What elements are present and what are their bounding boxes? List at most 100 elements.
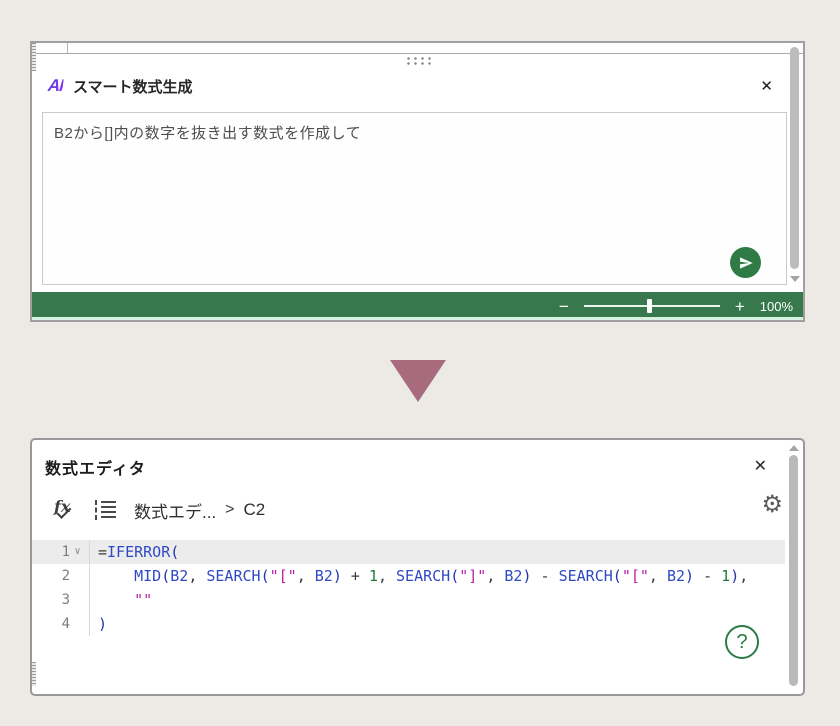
- code-token: ,: [188, 567, 206, 585]
- code-token: [694, 567, 703, 585]
- fx-check-icon[interactable]: fx: [54, 497, 84, 523]
- help-icon[interactable]: ?: [725, 625, 759, 659]
- panel-header: AI スマート数式生成 ✕: [48, 65, 773, 107]
- code-token: (: [613, 567, 622, 585]
- line-number: 2: [62, 564, 70, 588]
- line-gutter: 2: [32, 564, 90, 588]
- code-token: "]": [459, 567, 486, 585]
- code-editor[interactable]: 1∨=IFERROR(2 MID(B2, SEARCH("[", B2) + 1…: [32, 540, 785, 690]
- code-line-4[interactable]: 4): [32, 612, 785, 636]
- panel-title: スマート数式生成: [73, 76, 193, 97]
- zoom-in-button[interactable]: +: [735, 298, 745, 315]
- editor-title: 数式エディタ: [45, 455, 146, 479]
- scroll-down-icon[interactable]: [790, 276, 800, 282]
- send-icon: [738, 255, 754, 271]
- zoom-level-label: 100%: [760, 299, 793, 314]
- code-token: B2: [315, 567, 333, 585]
- code-token: B2: [170, 567, 188, 585]
- scroll-up-icon[interactable]: [789, 445, 799, 451]
- zoom-slider[interactable]: [584, 305, 720, 307]
- breadcrumb-item[interactable]: 数式エデ...: [134, 498, 216, 523]
- code-token: ): [522, 567, 531, 585]
- code-token: (: [170, 543, 179, 561]
- zoom-slider-thumb[interactable]: [647, 299, 652, 313]
- code-token: [712, 567, 721, 585]
- send-button[interactable]: [730, 247, 761, 278]
- spreadsheet-edge-strip: [32, 43, 803, 54]
- line-gutter: 1∨: [32, 540, 90, 564]
- code-token: SEARCH: [559, 567, 613, 585]
- row-header-edge: [32, 43, 36, 71]
- code-token: -: [541, 567, 550, 585]
- close-icon[interactable]: ✕: [754, 456, 767, 476]
- prompt-input[interactable]: B2から[]内の数字を抜き出す数式を作成して: [42, 112, 787, 285]
- code-token: [342, 567, 351, 585]
- code-token: B2: [667, 567, 685, 585]
- code-token: (: [450, 567, 459, 585]
- code-token: ): [685, 567, 694, 585]
- code-token: [532, 567, 541, 585]
- code-token: [550, 567, 559, 585]
- line-number: 4: [62, 612, 70, 636]
- code-token: ,: [739, 567, 748, 585]
- scrollbar-thumb[interactable]: [789, 455, 798, 686]
- resize-edge: [32, 662, 36, 686]
- drag-handle-icon[interactable]: [405, 56, 431, 65]
- code-text: ): [90, 612, 107, 636]
- breadcrumb-separator: >: [225, 501, 234, 519]
- fold-chevron-icon[interactable]: ∨: [70, 540, 85, 564]
- editor-scrollbar: [787, 445, 800, 688]
- line-number: 3: [62, 588, 70, 612]
- code-token: B2: [504, 567, 522, 585]
- code-token: IFERROR: [107, 543, 170, 561]
- settings-gear-icon[interactable]: ⚙: [761, 493, 783, 517]
- code-token: ): [98, 615, 107, 633]
- code-token: -: [703, 567, 712, 585]
- zoom-out-button[interactable]: −: [559, 298, 569, 315]
- zoom-status-bar: − + 100%: [32, 292, 803, 320]
- code-token: ): [333, 567, 342, 585]
- code-token: "[": [622, 567, 649, 585]
- code-token: "[": [270, 567, 297, 585]
- code-token: 1: [721, 567, 730, 585]
- code-token: ,: [649, 567, 667, 585]
- code-token: [98, 591, 134, 609]
- breadcrumb-cell-ref[interactable]: C2: [244, 500, 266, 520]
- top-scrollbar: [788, 45, 801, 295]
- line-gutter: 3: [32, 588, 90, 612]
- code-token: ): [730, 567, 739, 585]
- code-token: 1: [369, 567, 378, 585]
- smart-formula-panel: AI スマート数式生成 ✕ B2から[]内の数字を抜き出す数式を作成して − +…: [30, 41, 805, 322]
- code-line-1[interactable]: 1∨=IFERROR(: [32, 540, 785, 564]
- scrollbar-thumb[interactable]: [790, 47, 799, 269]
- close-icon[interactable]: ✕: [760, 77, 773, 95]
- formula-list-icon[interactable]: [94, 499, 118, 521]
- formula-editor-panel: 数式エディタ ✕ fx 数式エデ... > C2 ⚙ 1∨=IFERROR(2 …: [30, 438, 805, 696]
- code-token: ,: [486, 567, 504, 585]
- code-token: SEARCH: [206, 567, 260, 585]
- code-token: ,: [378, 567, 396, 585]
- prompt-text: B2から[]内の数字を抜き出す数式を作成して: [54, 125, 361, 142]
- page-background: { "colors": { "page_bg": "#edeae6", "pan…: [0, 0, 840, 726]
- code-line-3[interactable]: 3 "": [32, 588, 785, 612]
- ai-logo-icon: AI: [47, 76, 64, 96]
- code-token: [98, 567, 134, 585]
- code-token: MID: [134, 567, 161, 585]
- code-token: =: [98, 543, 107, 561]
- code-token: SEARCH: [396, 567, 450, 585]
- code-text: "": [90, 588, 152, 612]
- code-token: "": [134, 591, 152, 609]
- code-token: [360, 567, 369, 585]
- column-divider: [67, 43, 68, 53]
- code-token: (: [261, 567, 270, 585]
- code-token: +: [351, 567, 360, 585]
- code-line-2[interactable]: 2 MID(B2, SEARCH("[", B2) + 1, SEARCH("]…: [32, 564, 785, 588]
- code-text: =IFERROR(: [90, 540, 179, 564]
- line-gutter: 4: [32, 612, 90, 636]
- editor-toolbar: fx 数式エデ... > C2: [54, 490, 265, 530]
- code-text: MID(B2, SEARCH("[", B2) + 1, SEARCH("]",…: [90, 564, 748, 588]
- code-token: ,: [297, 567, 315, 585]
- flow-arrow-down: [390, 360, 446, 402]
- code-token: (: [161, 567, 170, 585]
- line-number: 1: [62, 540, 70, 564]
